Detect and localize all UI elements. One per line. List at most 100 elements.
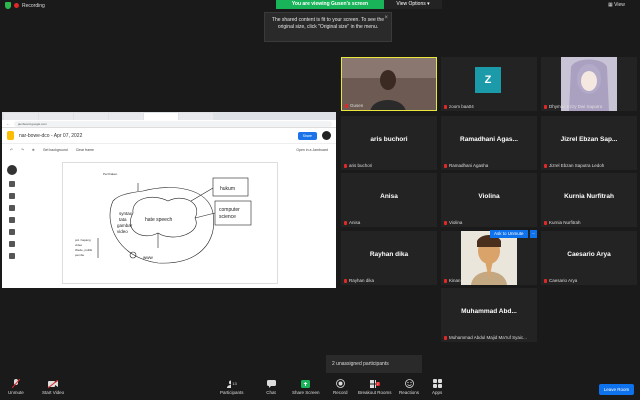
select-icon[interactable] xyxy=(8,193,15,199)
participant-tile[interactable]: Caesario Arya Caesario Arya xyxy=(541,231,637,285)
jamboard-tools xyxy=(6,162,17,278)
undo-icon[interactable]: ↶ xyxy=(10,148,13,152)
pen-icon[interactable] xyxy=(6,165,17,175)
jamboard-canvas[interactable]: Perzhaken hukum computer science hate sp… xyxy=(62,162,278,284)
ask-to-unmute-button[interactable]: Ask to Unmute xyxy=(490,230,528,238)
canvas-text-tata: tata xyxy=(119,217,127,222)
fit-screen-tooltip: The shared content is fit to your screen… xyxy=(264,12,392,42)
browser-tabs xyxy=(2,112,336,120)
chat-button[interactable]: Chat xyxy=(266,379,276,395)
muted-mic-icon xyxy=(344,220,347,225)
participant-tile[interactable]: Rayhan dika Rayhan dika xyxy=(341,231,437,285)
browser-tab-active[interactable] xyxy=(144,113,178,120)
shared-screen[interactable]: ← jamboard.google.com nar-bowe-dco - Apr… xyxy=(2,112,336,288)
participant-label: Anisa xyxy=(344,220,360,225)
top-bar: Recording You are viewing Gusen's screen… xyxy=(0,0,640,12)
zoom-icon[interactable]: ⊕ xyxy=(32,148,35,152)
participants-button[interactable]: 13 Participants xyxy=(220,379,244,395)
redo-icon[interactable]: ↷ xyxy=(21,148,24,152)
unmute-button[interactable]: Unmute xyxy=(8,379,24,395)
open-jamboard-button[interactable]: Open in a Jamboard xyxy=(296,148,328,152)
canvas-text-www: www xyxy=(143,255,153,260)
viewing-banner: You are viewing Gusen's screen xyxy=(276,0,384,9)
browser-tab[interactable] xyxy=(109,113,143,120)
back-icon[interactable]: ← xyxy=(6,121,10,126)
smile-icon xyxy=(404,379,414,388)
note-top: Perzhaken xyxy=(103,172,118,176)
participant-tile-zoom[interactable]: Z zoom baa04 xyxy=(441,57,537,111)
share-screen-button[interactable]: Share Screen xyxy=(292,379,320,395)
participants-icon: 13 xyxy=(226,379,237,388)
participant-name: Muhammad Abd... xyxy=(461,308,517,315)
muted-mic-icon xyxy=(444,335,447,340)
leave-room-button[interactable]: Leave Room xyxy=(599,384,634,395)
browser-tab[interactable] xyxy=(74,113,108,120)
muted-mic-icon xyxy=(344,278,347,283)
breakout-rooms-button[interactable]: 2 Breakout Rooms xyxy=(358,379,392,395)
record-icon xyxy=(335,379,345,388)
apps-button[interactable]: Apps xyxy=(432,379,442,395)
record-button[interactable]: Record xyxy=(333,379,348,395)
participant-tile-kinan[interactable]: Kinan xyxy=(441,231,537,285)
participant-name: Rayhan dika xyxy=(369,251,409,258)
grid-icon: ▦ xyxy=(608,2,613,8)
muted-mic-icon xyxy=(544,220,547,225)
profile-picture xyxy=(461,231,517,285)
participant-tile[interactable]: Muhammad Abd... Muhammad Abdul Majid Ma'… xyxy=(441,288,537,342)
view-options-button[interactable]: View Options ▾ xyxy=(384,0,442,9)
recording-indicator[interactable]: Recording xyxy=(5,2,45,9)
record-dot-icon xyxy=(14,3,19,8)
muted-mic-icon xyxy=(444,220,447,225)
sticky-note-icon[interactable] xyxy=(8,205,15,211)
participant-name: Caesario Arya xyxy=(567,251,611,258)
participant-tile[interactable]: Anisa Anisa xyxy=(341,173,437,227)
browser-tab[interactable] xyxy=(4,113,38,120)
jamboard-header: nar-bowe-dco - Apr 07, 2022 Share xyxy=(2,128,336,144)
participant-label: Kurnia Nurfitrah xyxy=(544,220,581,225)
profile-picture xyxy=(561,57,617,111)
set-background-button[interactable]: Get background xyxy=(43,148,68,152)
muted-mic-icon xyxy=(345,103,348,108)
chat-icon xyxy=(266,379,276,388)
participant-label: Jizrel Ebzan Saputra Ledoh xyxy=(544,163,604,168)
jamboard-share-button[interactable]: Share xyxy=(297,131,317,140)
participant-tile[interactable]: Jizrel Ebzan Sap... Jizrel Ebzan Saputra… xyxy=(541,116,637,170)
participant-label: zoom baa04 xyxy=(444,104,474,109)
circle-icon[interactable] xyxy=(8,229,15,235)
clear-frame-button[interactable]: Clear frame xyxy=(76,148,94,152)
view-button[interactable]: ▦ View xyxy=(608,2,625,8)
browser-tab[interactable] xyxy=(179,113,213,120)
canvas-text-hate-speech: hate speech xyxy=(145,217,172,223)
image-icon[interactable] xyxy=(8,217,15,223)
textbox-icon[interactable] xyxy=(8,241,15,247)
unassigned-participants[interactable]: 2 unassigned participants xyxy=(326,355,422,373)
participant-tile[interactable]: Ramadhani Agas... Ramadhani Agasha xyxy=(441,116,537,170)
avatar: Z xyxy=(475,67,501,93)
participant-tile-dhymas[interactable]: Dhymas Ezzy Dwi Saputra xyxy=(541,57,637,111)
eraser-icon[interactable] xyxy=(8,181,15,187)
participant-tile[interactable]: Kurnia Nurfitrah Kurnia Nurfitrah xyxy=(541,173,637,227)
more-options-button[interactable]: ... xyxy=(530,230,537,238)
avatar[interactable] xyxy=(322,131,331,140)
muted-mic-icon xyxy=(544,163,547,168)
document-title: nar-bowe-dco - Apr 07, 2022 xyxy=(19,132,83,139)
close-icon[interactable]: × xyxy=(384,15,388,22)
participant-name: Violina xyxy=(478,193,500,200)
reactions-button[interactable]: Reactions xyxy=(399,379,419,395)
start-video-button[interactable]: Start Video xyxy=(42,379,64,395)
chevron-down-icon: ▾ xyxy=(427,1,430,7)
jamboard-toolbar: ↶ ↷ ⊕ Get background Clear frame Open in… xyxy=(2,144,336,155)
canvas-text-left3: Wede, politik xyxy=(75,248,93,252)
share-screen-icon xyxy=(301,379,311,388)
participant-tile[interactable]: Violina Violina xyxy=(441,173,537,227)
breakout-rooms-icon: 2 xyxy=(369,379,380,388)
participant-tile[interactable]: aris buchori aris buchori xyxy=(341,116,437,170)
participant-name: Anisa xyxy=(380,193,398,200)
participants-count: 13 xyxy=(232,381,237,386)
browser-tab[interactable] xyxy=(39,113,73,120)
participant-label: Rayhan dika xyxy=(344,278,374,283)
laser-icon[interactable] xyxy=(8,253,15,259)
canvas-text-video: video xyxy=(117,229,128,234)
url-field[interactable]: jamboard.google.com xyxy=(14,120,332,127)
participant-tile-gusen[interactable]: Gusen xyxy=(341,57,437,111)
